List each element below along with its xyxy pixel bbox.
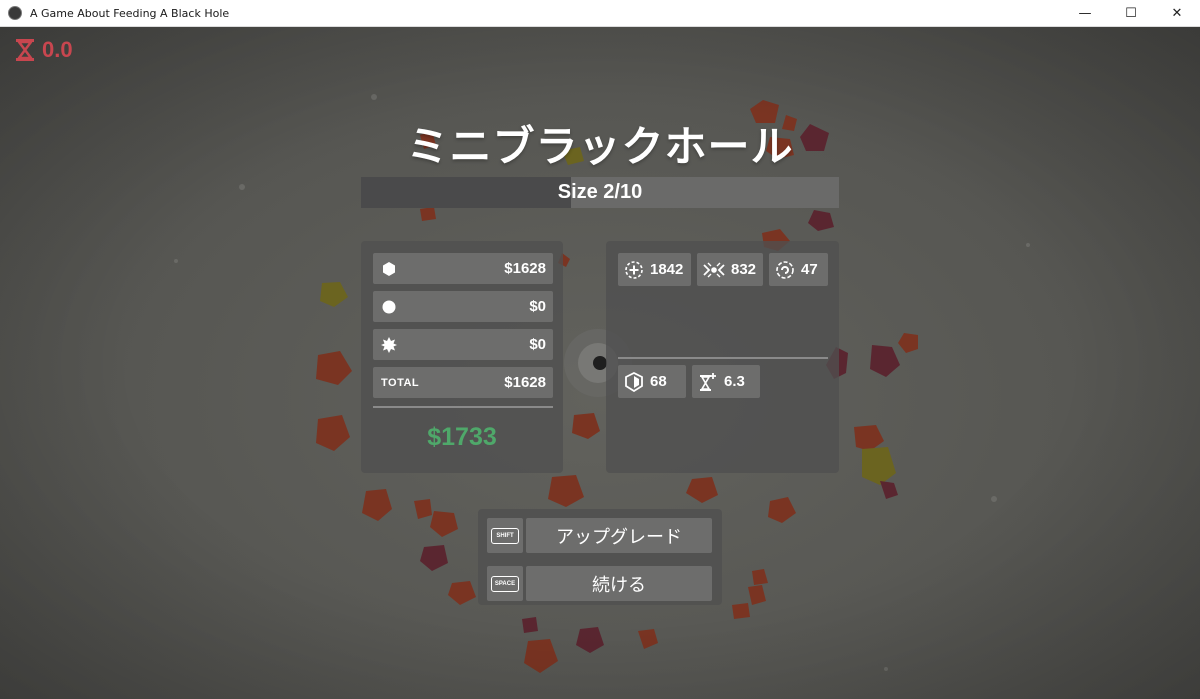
timer: 0.0 <box>14 37 73 63</box>
total-label: TOTAL <box>381 376 420 389</box>
minimize-button[interactable]: — <box>1062 0 1108 27</box>
rock <box>898 333 918 353</box>
rock <box>316 351 352 385</box>
window-titlebar: A Game About Feeding A Black Hole — ☐ ✕ <box>0 0 1200 27</box>
stat-value: 1842 <box>650 261 684 278</box>
rock <box>732 603 750 619</box>
rock <box>576 627 604 653</box>
rock <box>316 415 350 451</box>
crosshair-plus-icon <box>625 260 643 279</box>
shift-keycap: SHIFT <box>491 527 519 544</box>
upgrade-button[interactable]: アップグレード <box>526 518 712 553</box>
attract-icon <box>703 262 725 277</box>
rock <box>414 499 432 519</box>
money-row-circle: $0 <box>373 291 553 322</box>
hourglass-icon <box>16 39 34 61</box>
action-panel: SHIFT アップグレード SPACE 続ける <box>478 509 722 605</box>
size-progress-bar: Size 2/10 <box>361 177 839 208</box>
money-panel: $1628 $0 $0 TOTAL $1628 $1733 <box>361 241 563 473</box>
hexagon-icon <box>383 261 395 276</box>
app-icon <box>8 6 22 20</box>
rock <box>362 489 392 521</box>
continue-button[interactable]: 続ける <box>526 566 712 601</box>
stat-item: 6.3 <box>692 365 760 398</box>
stat-value: 47 <box>801 261 818 278</box>
rock <box>638 629 658 649</box>
spiral-icon <box>776 260 794 279</box>
rock <box>448 581 476 605</box>
grand-total: $1733 <box>427 423 497 451</box>
rock <box>686 477 718 503</box>
stat-item: 68 <box>618 365 686 398</box>
stat-value: 832 <box>731 261 757 278</box>
money-value: $0 <box>529 336 546 353</box>
window-controls: — ☐ ✕ <box>1062 0 1200 27</box>
shift-key-hint: SHIFT <box>487 518 523 553</box>
rock <box>548 475 584 507</box>
maximize-button[interactable]: ☐ <box>1108 0 1154 27</box>
space-keycap: SPACE <box>491 575 519 592</box>
stats-panel: 1842 832 47 68 6.3 <box>606 241 839 473</box>
money-value: $1628 <box>504 260 546 277</box>
rock <box>752 569 768 585</box>
rock <box>748 585 766 605</box>
size-label: Size 2/10 <box>557 181 643 203</box>
rock <box>808 210 834 231</box>
hourglass-plus-icon <box>700 372 716 391</box>
game-viewport: 0.0 ミニブラックホール Size 2/10 $1628 $0 $0 TOTA… <box>0 27 1200 699</box>
stat-item: 832 <box>697 253 763 286</box>
stat-value: 6.3 <box>724 373 745 390</box>
stat-item: 1842 <box>618 253 691 286</box>
total-value: $1628 <box>504 374 546 391</box>
money-value: $0 <box>529 298 546 315</box>
space-key-hint: SPACE <box>487 566 523 601</box>
rock <box>420 207 436 221</box>
shield-icon <box>625 371 643 392</box>
rock <box>572 413 600 439</box>
rock <box>854 425 884 451</box>
burst-icon <box>381 336 397 353</box>
rock <box>870 345 900 377</box>
stat-value: 68 <box>650 373 667 390</box>
rock <box>880 481 898 499</box>
timer-value: 0.0 <box>42 37 73 62</box>
rock <box>420 545 448 571</box>
close-button[interactable]: ✕ <box>1154 0 1200 27</box>
circle-icon <box>382 300 396 313</box>
money-row-hexagon: $1628 <box>373 253 553 284</box>
money-divider <box>373 406 553 408</box>
stats-divider <box>618 357 828 359</box>
screen-title: ミニブラックホール <box>406 122 794 171</box>
rock <box>862 447 896 485</box>
window-title: A Game About Feeding A Black Hole <box>30 6 230 20</box>
money-row-total: TOTAL $1628 <box>373 367 553 398</box>
money-row-burst: $0 <box>373 329 553 360</box>
rock <box>522 617 538 633</box>
rock <box>768 497 796 523</box>
stat-item: 47 <box>769 253 828 286</box>
rock <box>320 282 348 307</box>
rock <box>430 511 458 537</box>
rock <box>524 639 558 673</box>
